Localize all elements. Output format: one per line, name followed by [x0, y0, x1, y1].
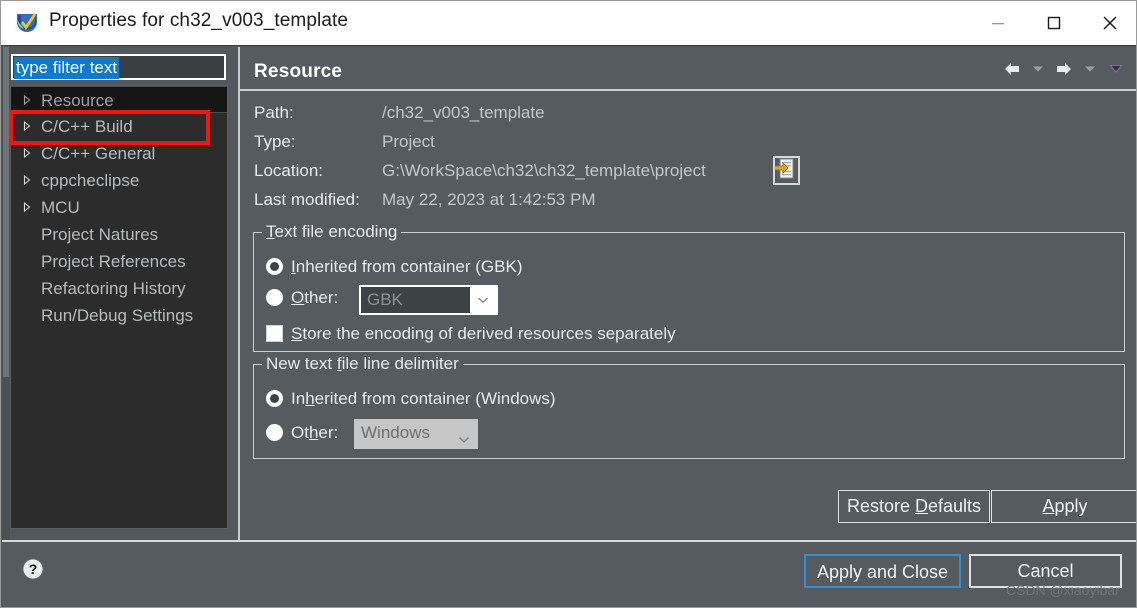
sidebar-item-c-cpp-build[interactable]: C/C++ Build — [11, 113, 227, 140]
resource-page: Resource Path: /ch32_v003_template Type:… — [238, 47, 1136, 540]
sidebar-item-cppcheclipse[interactable]: cppcheclipse — [11, 167, 227, 194]
apply-and-close-label: Apply and Close — [816, 562, 949, 582]
sidebar-item-mcu[interactable]: MCU — [11, 194, 227, 221]
property-value: May 22, 2023 at 1:42:53 PM — [382, 190, 596, 209]
watermark: CSDN @xiaoyibar — [1006, 582, 1120, 598]
back-arrow-icon[interactable] — [999, 57, 1025, 81]
forward-arrow-icon[interactable] — [1051, 57, 1077, 81]
maximize-button[interactable] — [1026, 1, 1082, 45]
store-encoding-checkbox[interactable] — [266, 325, 283, 342]
help-icon[interactable]: ? — [22, 558, 44, 580]
property-label: Last modified: — [254, 190, 360, 209]
property-row-path: Path: /ch32_v003_template — [254, 103, 1124, 131]
encoding-combo-value: GBK — [367, 290, 403, 309]
title-bar: Properties for ch32_v003_template — [1, 1, 1136, 46]
sidebar-item-label: C/C++ General — [41, 144, 156, 163]
scrollbar-thumb[interactable] — [3, 47, 9, 377]
eclipse-properties-icon — [15, 11, 39, 35]
store-encoding-label: Store the encoding of derived resources … — [291, 324, 676, 343]
apply-label: Apply — [1042, 496, 1088, 516]
encoding-other-radio[interactable] — [266, 289, 283, 306]
properties-dialog: Properties for ch32_v003_template type f… — [0, 0, 1137, 608]
property-value: G:\WorkSpace\ch32\ch32_template\project — [382, 161, 706, 180]
sidebar-item-label: cppcheclipse — [41, 171, 140, 190]
minimize-button[interactable] — [970, 1, 1026, 45]
property-value: Project — [382, 132, 435, 151]
open-location-button[interactable] — [773, 156, 800, 185]
line-delimiter-group: New text file line delimiter Inherited f… — [253, 354, 1125, 459]
forward-dropdown-icon[interactable] — [1077, 57, 1103, 81]
dialog-scrollbar[interactable] — [2, 47, 10, 540]
group-title-pre: New text — [266, 354, 337, 373]
page-title: Resource — [254, 61, 343, 82]
delimiter-inherited-label: Inherited from container (Windows) — [291, 389, 556, 408]
delimiter-inherited-radio[interactable] — [266, 390, 283, 407]
open-location-icon — [774, 158, 794, 179]
back-dropdown-icon[interactable] — [1025, 57, 1051, 81]
property-label: Path: — [254, 103, 294, 122]
sidebar-item-label: Refactoring History — [41, 279, 186, 298]
text-file-encoding-group: Text file encoding Inherited from contai… — [253, 222, 1125, 352]
settings-tree[interactable]: Resource C/C++ Build C/C++ General cppch… — [10, 85, 228, 529]
group-title-rest: ext file encoding — [274, 222, 398, 241]
delimiter-combo-value: Windows — [361, 423, 430, 442]
encoding-inherited-label: Inherited from container (GBK) — [291, 257, 523, 276]
delimiter-other-radio[interactable] — [266, 424, 283, 441]
sidebar-item-project-natures[interactable]: Project Natures — [11, 221, 227, 248]
sidebar-item-label: Project References — [41, 252, 186, 271]
delimiter-other-label: Other: — [291, 423, 339, 442]
sidebar-item-label: Run/Debug Settings — [41, 306, 194, 325]
expand-arrow-icon[interactable] — [21, 147, 33, 159]
dialog-footer — [2, 542, 1136, 607]
encoding-other-label: Other: — [291, 288, 339, 307]
sidebar-item-project-references[interactable]: Project References — [11, 248, 227, 275]
sidebar-item-label: Project Natures — [41, 225, 159, 244]
sidebar-item-refactoring-history[interactable]: Refactoring History — [11, 275, 227, 302]
close-button[interactable] — [1082, 1, 1136, 45]
restore-defaults-button[interactable]: Restore Defaults — [838, 490, 990, 523]
sidebar-item-label: Resource — [41, 91, 114, 110]
delimiter-combo[interactable]: Windows — [354, 419, 478, 449]
apply-button[interactable]: Apply — [991, 490, 1136, 523]
property-row-last-modified: Last modified: May 22, 2023 at 1:42:53 P… — [254, 190, 1124, 218]
encoding-combo[interactable]: GBK — [359, 285, 498, 315]
sidebar-item-resource[interactable]: Resource — [11, 86, 227, 113]
filter-input[interactable]: type filter text — [11, 54, 226, 80]
expand-arrow-icon[interactable] — [21, 201, 33, 213]
property-label: Location: — [254, 161, 323, 180]
expand-arrow-icon[interactable] — [21, 120, 33, 132]
chevron-down-icon[interactable] — [470, 287, 496, 313]
sidebar-item-c-cpp-general[interactable]: C/C++ General — [11, 140, 227, 167]
expand-arrow-icon[interactable] — [21, 174, 33, 186]
sidebar-item-label: MCU — [41, 198, 80, 217]
group-title: New text file line delimiter — [262, 354, 463, 374]
group-title: Text file encoding — [262, 222, 402, 242]
view-menu-icon[interactable] — [1103, 57, 1129, 81]
sidebar-item-label: C/C++ Build — [41, 117, 133, 136]
property-value: /ch32_v003_template — [382, 103, 545, 122]
property-row-type: Type: Project — [254, 132, 1124, 160]
filter-input-value: type filter text — [14, 57, 120, 79]
chevron-down-icon[interactable] — [458, 429, 470, 449]
encoding-inherited-radio[interactable] — [266, 258, 283, 275]
property-label: Type: — [254, 132, 296, 151]
svg-text:?: ? — [29, 561, 38, 577]
expand-arrow-icon[interactable] — [21, 94, 33, 106]
apply-and-close-button[interactable]: Apply and Close — [804, 554, 961, 588]
restore-defaults-label: Restore Defaults — [846, 496, 982, 516]
window-title: Properties for ch32_v003_template — [49, 10, 349, 31]
sidebar-item-run-debug-settings[interactable]: Run/Debug Settings — [11, 302, 227, 329]
title-divider — [240, 89, 1136, 91]
property-row-location: Location: G:\WorkSpace\ch32\ch32_templat… — [254, 156, 1124, 189]
group-title-rest: ile line delimiter — [341, 354, 459, 373]
page-navigation — [999, 57, 1129, 81]
